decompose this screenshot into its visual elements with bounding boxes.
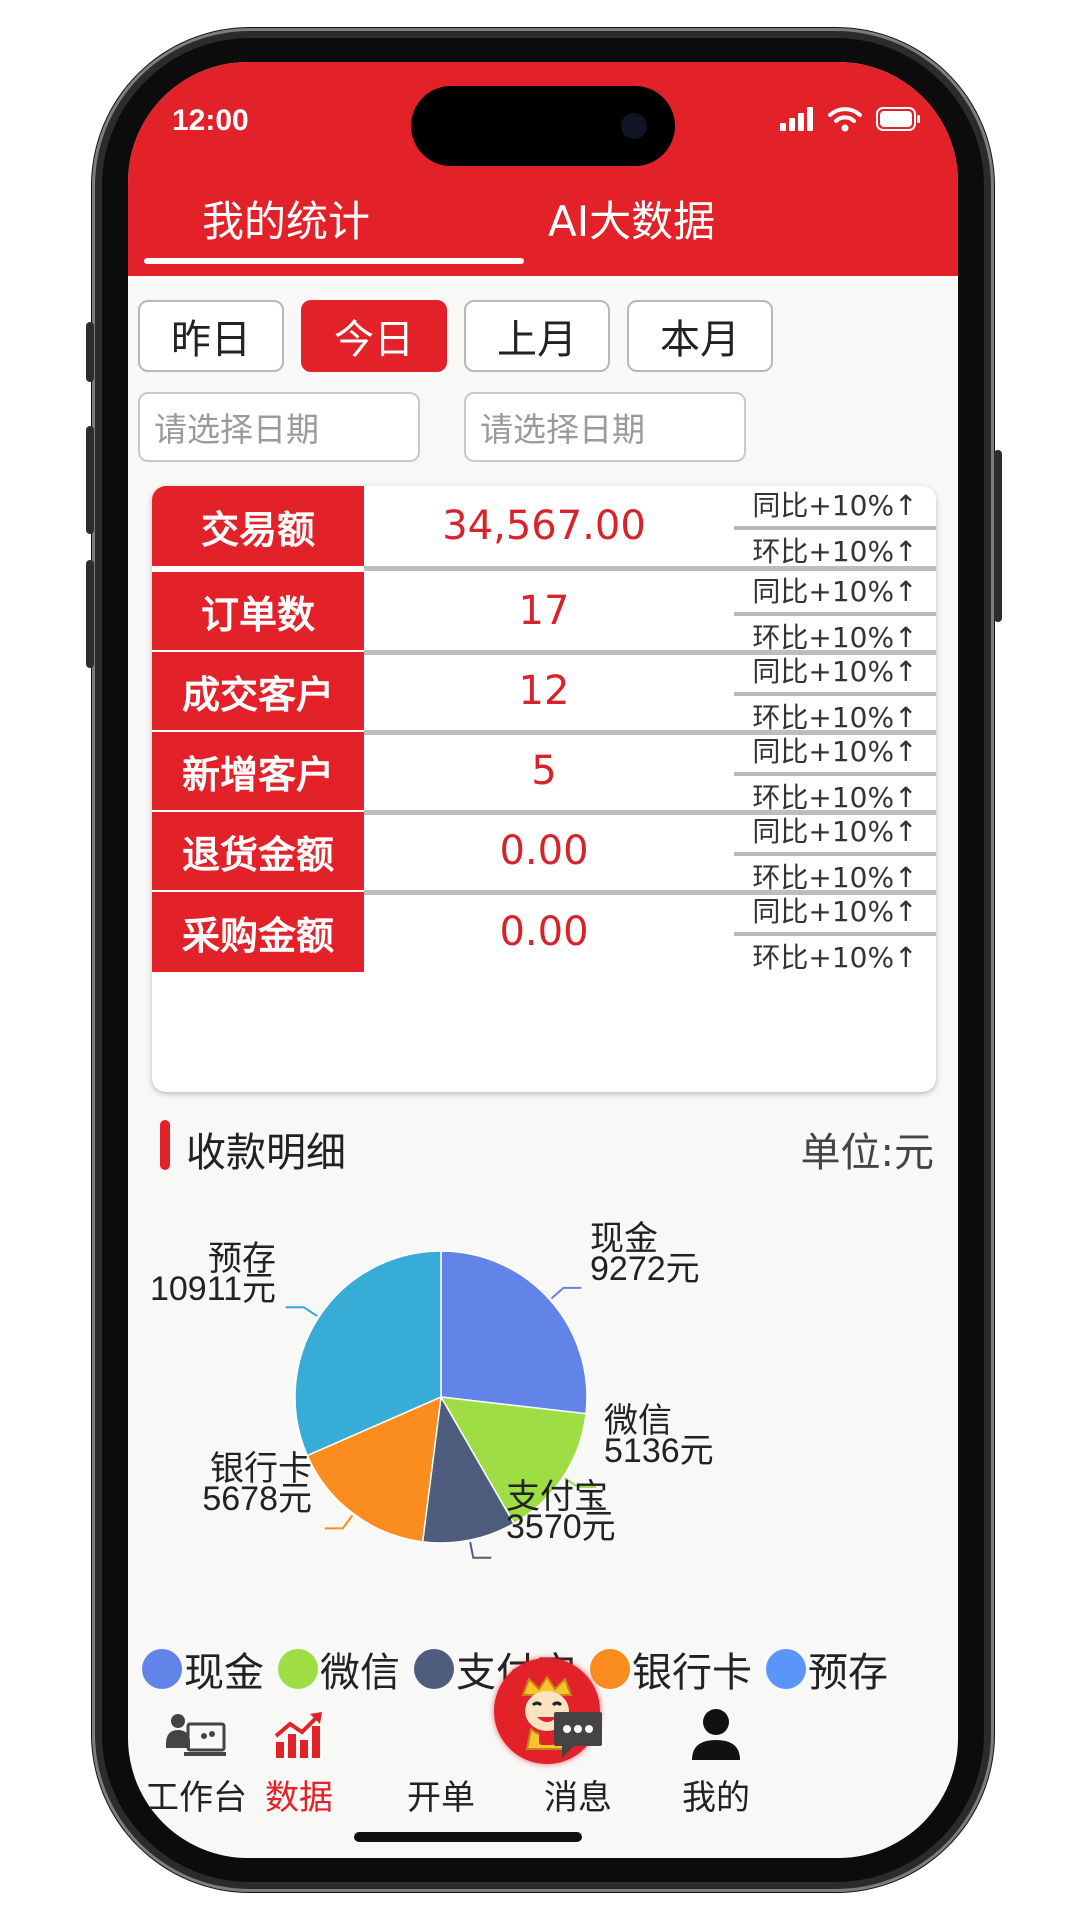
pie-leader-line — [285, 1306, 318, 1317]
legend-dot — [414, 1649, 454, 1689]
filter-yesterday-button[interactable]: 昨日 — [138, 300, 284, 372]
signal-icon — [780, 107, 813, 131]
stat-label: 采购金额 — [152, 892, 364, 972]
message-icon — [554, 1712, 602, 1758]
legend-dot — [142, 1649, 182, 1689]
label-divider — [152, 566, 364, 571]
nav-mine[interactable]: 我的 — [651, 1702, 781, 1819]
stat-mom: 环比+10%↑ — [752, 941, 918, 974]
legend-dot — [766, 1649, 806, 1689]
volume-down-button — [86, 560, 94, 668]
payment-pie-chart: 现金9272元微信5136元支付宝3570元银行卡5678元预存10911元 — [150, 1220, 714, 1559]
stat-value: 17 — [518, 588, 570, 634]
pie-label-value: 10911元 — [150, 1270, 276, 1308]
pie-label-value: 5136元 — [604, 1432, 714, 1470]
stat-label: 退货金额 — [152, 812, 364, 890]
pie-label-value: 5678元 — [202, 1480, 312, 1518]
dynamic-island — [411, 86, 675, 166]
stat-yoy: 同比+10%↑ — [734, 568, 936, 616]
home-indicator — [354, 1832, 582, 1842]
header: 12:00 我的统计 AI大数据 — [128, 62, 958, 276]
stat-label: 成交客户 — [152, 652, 364, 730]
stat-value: 34,567.00 — [442, 503, 646, 549]
status-icons — [780, 106, 922, 132]
legend-label: 微信 — [320, 1650, 400, 1696]
pie-label-value: 9272元 — [590, 1250, 700, 1288]
legend-label: 银行卡 — [632, 1650, 752, 1696]
stat-value: 5 — [531, 748, 557, 794]
stat-yoy: 同比+10%↑ — [734, 486, 936, 530]
nav-messages[interactable]: 消息 — [513, 1702, 643, 1819]
stat-label: 新增客户 — [152, 732, 364, 810]
stat-value: 0.00 — [499, 828, 589, 874]
pie-slice — [440, 1250, 588, 1415]
nav-create-order[interactable]: 开单 — [376, 1702, 506, 1819]
battery-icon — [876, 107, 920, 131]
chart-icon — [274, 1712, 322, 1758]
legend-label: 现金 — [184, 1650, 264, 1696]
tab-ai-bigdata[interactable]: AI大数据 — [548, 188, 715, 249]
pie-label-value: 3570元 — [506, 1508, 616, 1546]
filter-last-month-button[interactable]: 上月 — [464, 300, 610, 372]
stat-label: 订单数 — [152, 572, 364, 650]
power-button — [994, 450, 1002, 622]
tab-my-stats[interactable]: 我的统计 — [202, 188, 370, 249]
user-icon — [692, 1709, 740, 1760]
volume-up-button — [86, 426, 94, 534]
legend-dot — [590, 1649, 630, 1689]
stat-yoy: 同比+10%↑ — [734, 648, 936, 696]
wifi-icon — [828, 107, 862, 132]
pie-leader-line — [324, 1514, 354, 1530]
nav-mine-label: 我的 — [682, 1778, 750, 1818]
legend-label: 预存 — [808, 1650, 888, 1696]
stat-yoy: 同比+10%↑ — [734, 808, 936, 856]
legend-dot — [278, 1649, 318, 1689]
pie-leader-line — [550, 1286, 582, 1300]
status-time: 12:00 — [172, 104, 249, 137]
stat-value: 0.00 — [499, 909, 589, 955]
tab-active-indicator — [144, 258, 524, 264]
camera-icon — [621, 113, 647, 139]
stats-table: 交易额 34,567.00 同比+10%↑ 环比+10%↑ 订单数 17 同比+10%↑ 环比… — [152, 486, 936, 1092]
app-screen: 12:00 我的统计 AI大数据 昨日 今日 上月 本月 请选择日期 请选择日期… — [128, 62, 958, 1858]
workbench-icon — [166, 1714, 226, 1756]
end-date-input[interactable]: 请选择日期 — [464, 392, 746, 462]
pie-leader-line — [469, 1541, 492, 1559]
nav-create-order-label: 开单 — [407, 1778, 475, 1818]
stat-value: 12 — [518, 668, 570, 714]
legend-item[interactable]: 银行卡 — [590, 1640, 752, 1698]
start-date-input[interactable]: 请选择日期 — [138, 392, 420, 462]
nav-messages-label: 消息 — [544, 1778, 612, 1818]
legend-item[interactable]: 预存 — [766, 1640, 888, 1698]
nav-data-label: 数据 — [265, 1778, 333, 1818]
filter-today-button[interactable]: 今日 — [301, 300, 447, 372]
legend-item[interactable]: 微信 — [278, 1640, 400, 1698]
stat-yoy: 同比+10%↑ — [734, 888, 936, 936]
nav-data[interactable]: 数据 — [234, 1702, 364, 1819]
stat-yoy: 同比+10%↑ — [734, 728, 936, 776]
action-button — [86, 322, 94, 382]
legend-item[interactable]: 现金 — [142, 1640, 264, 1698]
stat-label: 交易额 — [152, 486, 364, 566]
filter-this-month-button[interactable]: 本月 — [627, 300, 773, 372]
